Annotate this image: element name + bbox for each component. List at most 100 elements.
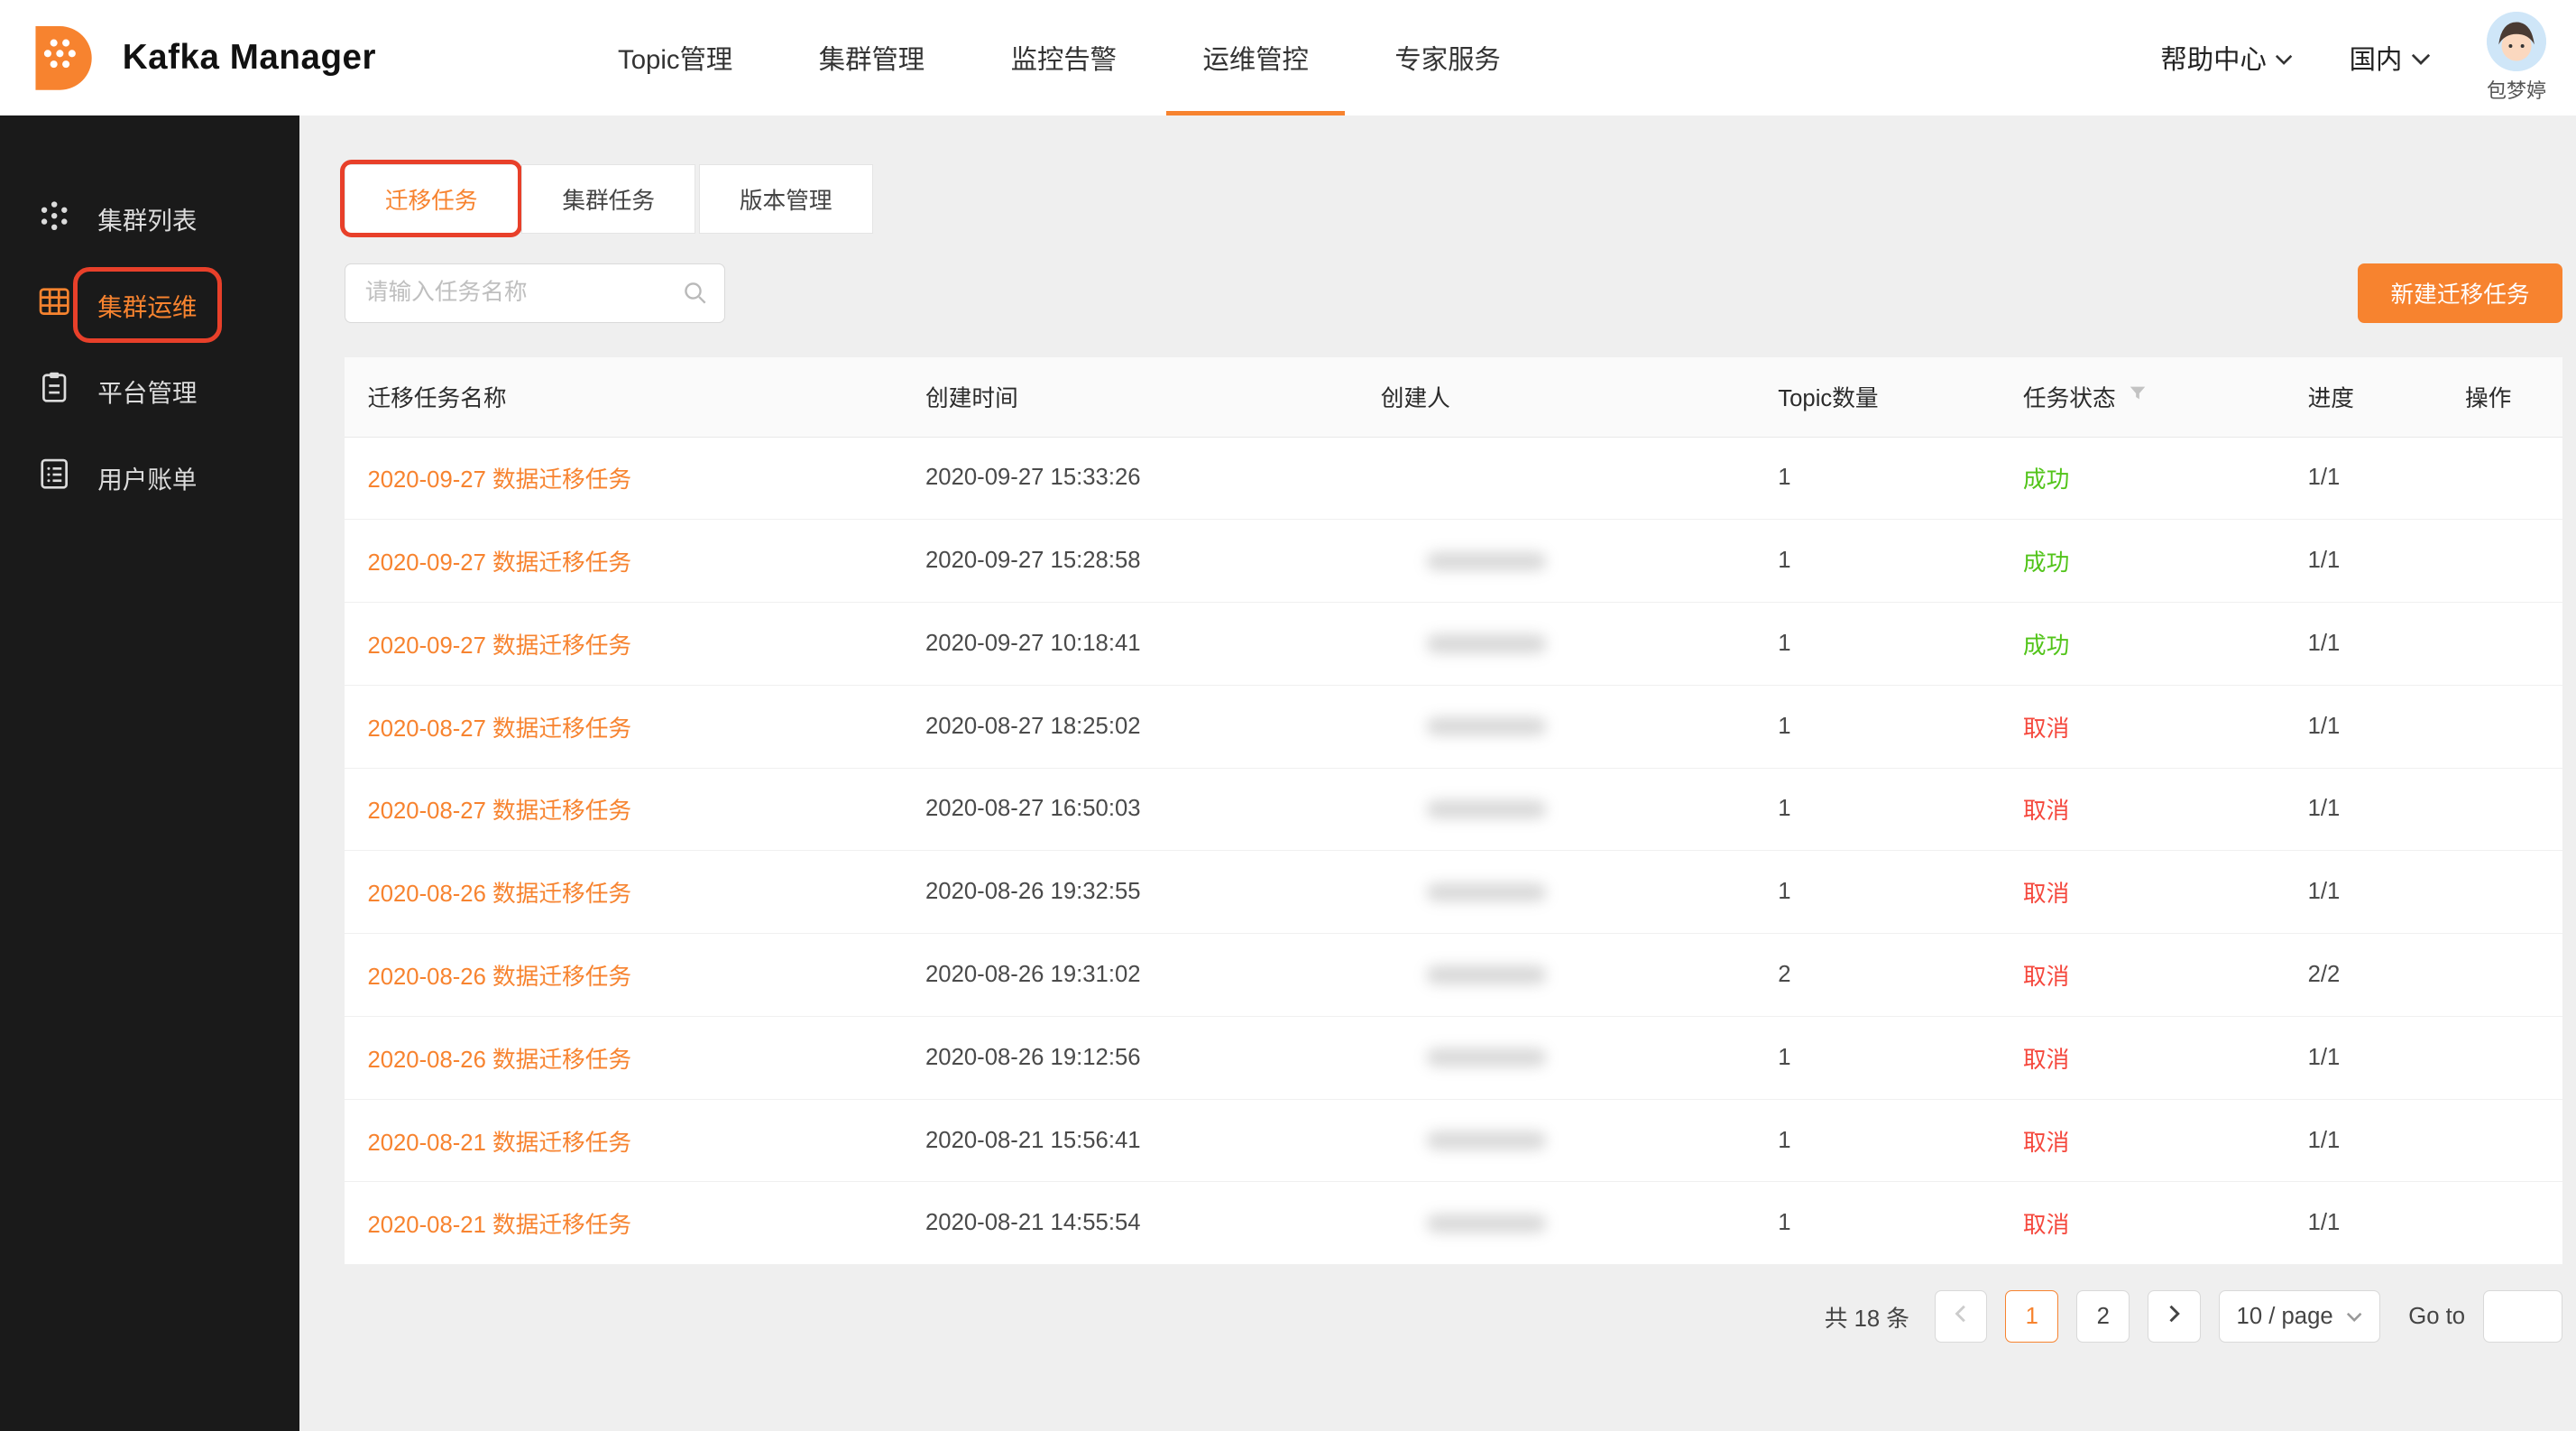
topic-count-cell: 1 (1755, 686, 2001, 768)
creator-blurred-text (1427, 800, 1546, 818)
table-row: 2020-09-27 数据迁移任务 2020-09-27 15:33:26 1 … (345, 438, 2563, 521)
creator-cell (1357, 769, 1755, 851)
operations-cell (2442, 520, 2562, 602)
progress-cell: 1/1 (2285, 603, 2442, 685)
table-row: 2020-08-27 数据迁移任务 2020-08-27 16:50:03 1 … (345, 769, 2563, 852)
progress-cell: 1/1 (2285, 769, 2442, 851)
task-name-link[interactable]: 2020-08-21 数据迁移任务 (367, 1124, 631, 1158)
prev-page-button (1935, 1290, 1988, 1343)
nav-item-expert[interactable]: 专家服务 (1352, 0, 1544, 115)
nav-item-monitor[interactable]: 监控告警 (968, 0, 1160, 115)
topic-count-cell: 1 (1755, 851, 2001, 933)
nav-item-ops[interactable]: 运维管控 (1160, 0, 1352, 115)
operations-cell (2442, 1017, 2562, 1099)
status-badge: 取消 (2023, 710, 2069, 743)
sidebar-item-cluster-ops[interactable]: 集群运维 (0, 262, 299, 347)
tab-cluster-tasks[interactable]: 集群任务 (521, 164, 695, 234)
list-icon (36, 456, 72, 498)
top-header: Kafka Manager Topic管理 集群管理 监控告警 运维管控 专家服… (0, 0, 2576, 115)
topic-count-cell: 1 (1755, 520, 2001, 602)
creator-cell (1357, 438, 1755, 520)
status-cell: 取消 (2000, 1100, 2285, 1182)
task-name-link[interactable]: 2020-09-27 数据迁移任务 (367, 627, 631, 660)
task-name-cell: 2020-08-26 数据迁移任务 (345, 851, 903, 933)
chevron-down-icon (2411, 42, 2431, 73)
status-cell: 取消 (2000, 769, 2285, 851)
status-badge: 成功 (2023, 461, 2069, 494)
task-name-link[interactable]: 2020-08-27 数据迁移任务 (367, 792, 631, 826)
topic-count-cell: 2 (1755, 934, 2001, 1016)
created-time-cell: 2020-08-26 19:32:55 (902, 851, 1357, 933)
region-menu[interactable]: 国内 (2350, 39, 2431, 77)
next-page-button[interactable] (2148, 1290, 2201, 1343)
sidebar-item-platform[interactable]: 平台管理 (0, 347, 299, 433)
task-name-cell: 2020-08-26 数据迁移任务 (345, 934, 903, 1016)
creator-blurred-text (1427, 1131, 1546, 1149)
operations-cell (2442, 686, 2562, 768)
task-name-link[interactable]: 2020-08-26 数据迁移任务 (367, 1041, 631, 1075)
help-center-menu[interactable]: 帮助中心 (2160, 39, 2293, 77)
creator-cell (1357, 520, 1755, 602)
task-name-link[interactable]: 2020-08-21 数据迁移任务 (367, 1206, 631, 1240)
sidebar-item-user-bill[interactable]: 用户账单 (0, 434, 299, 520)
created-time-cell: 2020-08-27 16:50:03 (902, 769, 1357, 851)
topic-count-cell: 1 (1755, 603, 2001, 685)
creator-cell (1357, 1182, 1755, 1264)
task-name-link[interactable]: 2020-09-27 数据迁移任务 (367, 461, 631, 494)
creator-cell (1357, 934, 1755, 1016)
table-row: 2020-09-27 数据迁移任务 2020-09-27 15:28:58 1 … (345, 520, 2563, 603)
chevron-left-icon (1953, 1304, 1969, 1330)
sidebar-item-cluster-list[interactable]: 集群列表 (0, 176, 299, 262)
task-name-link[interactable]: 2020-08-27 数据迁移任务 (367, 710, 631, 743)
header-right: 帮助中心 国内 (2160, 12, 2546, 104)
operations-cell (2442, 1100, 2562, 1182)
nav-item-cluster[interactable]: 集群管理 (776, 0, 968, 115)
table-row: 2020-08-26 数据迁移任务 2020-08-26 19:32:55 1 … (345, 851, 2563, 934)
page-size-select[interactable]: 10 / page (2219, 1290, 2380, 1343)
creator-cell (1357, 1017, 1755, 1099)
col-creator: 创建人 (1357, 357, 1755, 436)
progress-cell: 1/1 (2285, 851, 2442, 933)
task-name-cell: 2020-08-21 数据迁移任务 (345, 1100, 903, 1182)
task-name-link[interactable]: 2020-08-26 数据迁移任务 (367, 958, 631, 992)
task-name-cell: 2020-09-27 数据迁移任务 (345, 520, 903, 602)
progress-cell: 1/1 (2285, 1182, 2442, 1264)
chevron-down-icon (2275, 42, 2293, 73)
grid-table-icon (36, 283, 72, 326)
status-filter-icon[interactable] (2128, 383, 2148, 410)
avatar (2487, 12, 2546, 71)
topic-count-cell: 1 (1755, 438, 2001, 520)
task-search-input[interactable] (345, 263, 725, 323)
topic-count-cell: 1 (1755, 1100, 2001, 1182)
tab-version-management[interactable]: 版本管理 (699, 164, 873, 234)
task-name-link[interactable]: 2020-08-26 数据迁移任务 (367, 875, 631, 909)
page-2-button[interactable]: 2 (2076, 1290, 2130, 1343)
chevron-down-icon (2346, 1304, 2362, 1330)
page-1-button[interactable]: 1 (2005, 1290, 2058, 1343)
creator-blurred-text (1427, 1048, 1546, 1066)
sidebar: 集群列表 集群运维 平台管理 (0, 115, 299, 1430)
creator-cell (1357, 686, 1755, 768)
status-badge: 取消 (2023, 1124, 2069, 1158)
table-row: 2020-09-27 数据迁移任务 2020-09-27 10:18:41 1 … (345, 603, 2563, 686)
status-badge: 取消 (2023, 1041, 2069, 1075)
table-row: 2020-08-21 数据迁移任务 2020-08-21 15:56:41 1 … (345, 1100, 2563, 1183)
creator-cell (1357, 1100, 1755, 1182)
user-menu[interactable]: 包梦婷 (2487, 12, 2546, 104)
status-cell: 成功 (2000, 603, 2285, 685)
col-operations: 操作 (2442, 357, 2562, 436)
tab-migration-tasks[interactable]: 迁移任务 (345, 164, 519, 234)
status-cell: 成功 (2000, 520, 2285, 602)
creator-blurred-text (1427, 634, 1546, 652)
create-migration-task-button[interactable]: 新建迁移任务 (2358, 263, 2563, 323)
created-time-cell: 2020-08-21 15:56:41 (902, 1100, 1357, 1182)
task-name-cell: 2020-08-21 数据迁移任务 (345, 1182, 903, 1264)
created-time-cell: 2020-08-21 14:55:54 (902, 1182, 1357, 1264)
operations-cell (2442, 769, 2562, 851)
progress-cell: 1/1 (2285, 1017, 2442, 1099)
task-name-link[interactable]: 2020-09-27 数据迁移任务 (367, 544, 631, 577)
goto-page-input[interactable] (2483, 1290, 2562, 1343)
created-time-cell: 2020-08-27 18:25:02 (902, 686, 1357, 768)
status-cell: 取消 (2000, 1017, 2285, 1099)
nav-item-topic[interactable]: Topic管理 (575, 0, 776, 115)
